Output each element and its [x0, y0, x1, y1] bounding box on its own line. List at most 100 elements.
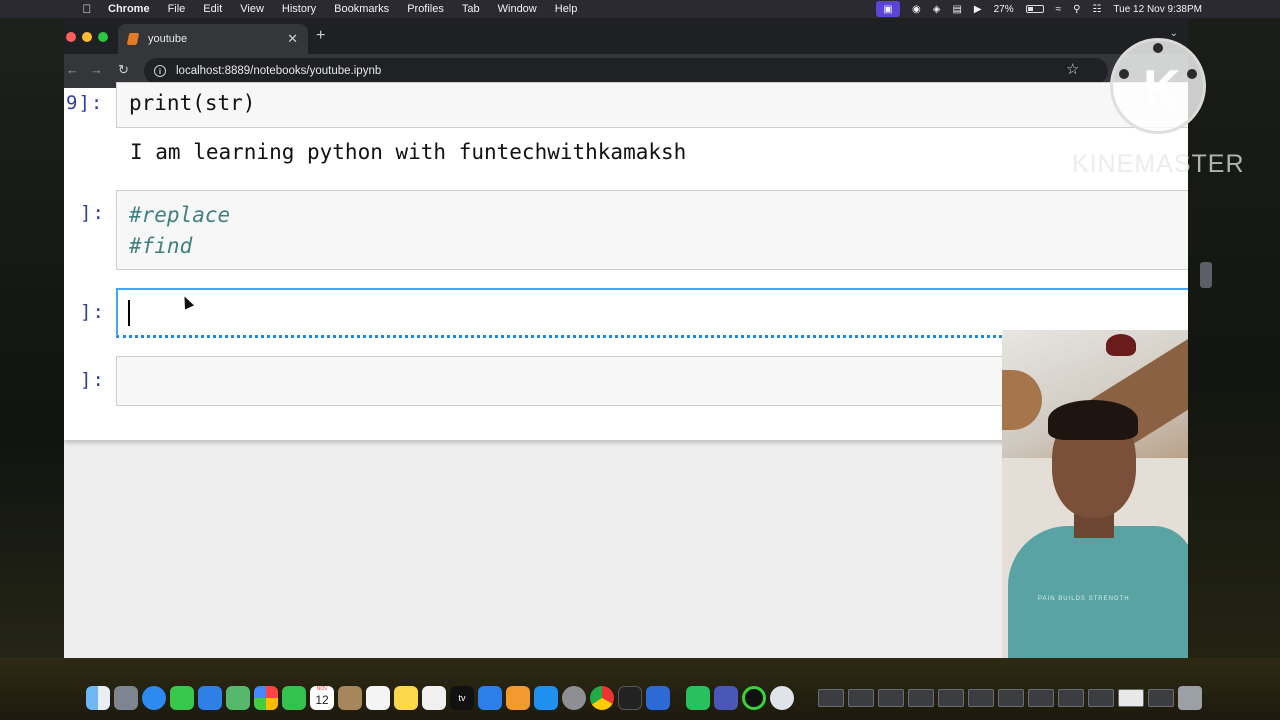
menu-view[interactable]: View: [240, 0, 264, 18]
menu-bar:  Chrome File Edit View History Bookmark…: [0, 0, 1280, 18]
menu-app-name[interactable]: Chrome: [108, 0, 150, 18]
code-cell[interactable]: #replace #find: [116, 190, 1188, 270]
minimized-window-thumb[interactable]: [848, 689, 874, 707]
launchpad-icon[interactable]: [114, 686, 138, 710]
minimized-window-thumb[interactable]: [878, 689, 904, 707]
wallpaper-left: [0, 18, 64, 718]
kinemaster-logo-icon: K: [1110, 38, 1206, 134]
cell-code-line[interactable]: #find: [129, 234, 192, 258]
kinemaster-watermark: KINEMASTER: [1072, 150, 1245, 178]
layers-icon[interactable]: ◈: [933, 4, 941, 15]
menu-clock[interactable]: Tue 12 Nov 9:38PM: [1113, 4, 1202, 15]
record-dot-icon[interactable]: ◉: [912, 4, 921, 15]
photos-icon[interactable]: [254, 686, 278, 710]
reminders-icon[interactable]: [366, 686, 390, 710]
cell-prompt: 9]:: [66, 92, 104, 114]
menu-help[interactable]: Help: [555, 0, 578, 18]
screen-sharing-icon[interactable]: [646, 686, 670, 710]
minimized-window-thumb[interactable]: [818, 689, 844, 707]
minimized-window-thumb[interactable]: [1118, 689, 1144, 707]
battery-icon[interactable]: [1025, 5, 1044, 13]
control-center-icon[interactable]: ☷: [1092, 4, 1101, 15]
app-store-icon[interactable]: [534, 686, 558, 710]
mail-icon[interactable]: [198, 686, 222, 710]
display-icon[interactable]: ▤: [952, 4, 961, 15]
messages-icon[interactable]: [170, 686, 194, 710]
status-area: ▣ ◉ ◈ ▤ ▶ 27% ≈ ⚲ ☷ Tue 12 Nov 9:38PM: [876, 0, 1202, 18]
desktop:  Chrome File Edit View History Bookmark…: [0, 0, 1280, 720]
screen-record-icon[interactable]: ▣: [876, 1, 901, 17]
minimized-window-thumb[interactable]: [1028, 689, 1054, 707]
webcam-overlay: PAIN BUILDS STRENGTH: [1002, 330, 1188, 658]
window-minimize-button[interactable]: [82, 32, 92, 42]
address-bar[interactable]: i localhost:8889/notebooks/youtube.ipynb: [144, 58, 1108, 84]
freeform-icon[interactable]: [422, 686, 446, 710]
vpn-icon[interactable]: [714, 686, 738, 710]
window-close-button[interactable]: [66, 32, 76, 42]
dock: NOV 12 tv: [86, 680, 1202, 716]
keynote-icon[interactable]: [478, 686, 502, 710]
maps-icon[interactable]: [226, 686, 250, 710]
tab-youtube[interactable]: youtube ✕: [118, 24, 308, 54]
cell-code[interactable]: print(str): [129, 91, 255, 115]
minimized-window-thumb[interactable]: [998, 689, 1024, 707]
calendar-icon[interactable]: NOV 12: [310, 686, 334, 710]
play-icon[interactable]: ▶: [974, 4, 982, 15]
system-settings-icon[interactable]: [562, 686, 586, 710]
cell-prompt: ]:: [80, 369, 105, 391]
cell-output: I am learning python with funtechwithkam…: [130, 140, 687, 164]
menu-history[interactable]: History: [282, 0, 316, 18]
apple-menu-icon[interactable]: : [78, 0, 96, 18]
finder-icon[interactable]: [86, 686, 110, 710]
window-maximize-button[interactable]: [98, 32, 108, 42]
minimized-window-thumb[interactable]: [1148, 689, 1174, 707]
spotlight-search-icon[interactable]: ⚲: [1073, 4, 1080, 15]
menu-file[interactable]: File: [168, 0, 186, 18]
contacts-icon[interactable]: [338, 686, 362, 710]
forward-arrow-icon[interactable]: →: [90, 62, 103, 77]
terminal-icon[interactable]: [618, 686, 642, 710]
shirt-print: PAIN BUILDS STRENGTH: [1038, 596, 1130, 602]
whatsapp-icon[interactable]: [686, 686, 710, 710]
menu-tab[interactable]: Tab: [462, 0, 480, 18]
tab-strip: youtube ✕ + ⌄: [64, 18, 1188, 54]
url-text[interactable]: localhost:8889/notebooks/youtube.ipynb: [176, 65, 381, 77]
bookmark-star-icon[interactable]: ☆: [1066, 60, 1079, 78]
minimized-window-thumb[interactable]: [1058, 689, 1084, 707]
minimized-window-thumb[interactable]: [908, 689, 934, 707]
menu-profiles[interactable]: Profiles: [407, 0, 444, 18]
code-cell[interactable]: print(str): [116, 82, 1188, 128]
menu-edit[interactable]: Edit: [203, 0, 222, 18]
tab-close-icon[interactable]: ✕: [287, 31, 298, 47]
tv-label: tv: [458, 693, 466, 703]
text-caret: [128, 300, 130, 326]
quicktime-icon[interactable]: [770, 686, 794, 710]
pages-icon[interactable]: [506, 686, 530, 710]
facetime-icon[interactable]: [282, 686, 306, 710]
scrollbar-thumb[interactable]: [1200, 262, 1212, 288]
calendar-month: NOV: [316, 686, 328, 692]
minimized-window-thumb[interactable]: [938, 689, 964, 707]
safari-icon[interactable]: [142, 686, 166, 710]
minimized-window-thumb[interactable]: [968, 689, 994, 707]
wifi-icon[interactable]: ≈: [1056, 4, 1062, 15]
notes-icon[interactable]: [394, 686, 418, 710]
chrome-icon[interactable]: [590, 686, 614, 710]
minimized-window-thumb[interactable]: [1088, 689, 1114, 707]
cell-code-line[interactable]: #replace: [129, 203, 230, 227]
menu-bookmarks[interactable]: Bookmarks: [334, 0, 389, 18]
wallpaper-right: [1188, 18, 1280, 718]
tab-title: youtube: [148, 33, 188, 45]
jupyter-favicon-icon: [126, 33, 140, 45]
calendar-day: 12: [315, 693, 329, 707]
cell-prompt: ]:: [80, 301, 105, 323]
site-info-icon[interactable]: i: [154, 65, 166, 77]
tv-icon[interactable]: tv: [450, 686, 474, 710]
new-tab-icon[interactable]: +: [316, 27, 325, 45]
trash-icon[interactable]: [1178, 686, 1202, 710]
tab-search-chevron-icon[interactable]: ⌄: [1170, 28, 1178, 39]
activity-icon[interactable]: [742, 686, 766, 710]
reload-icon[interactable]: ↻: [118, 62, 129, 78]
back-arrow-icon[interactable]: ←: [66, 62, 79, 77]
menu-window[interactable]: Window: [498, 0, 537, 18]
